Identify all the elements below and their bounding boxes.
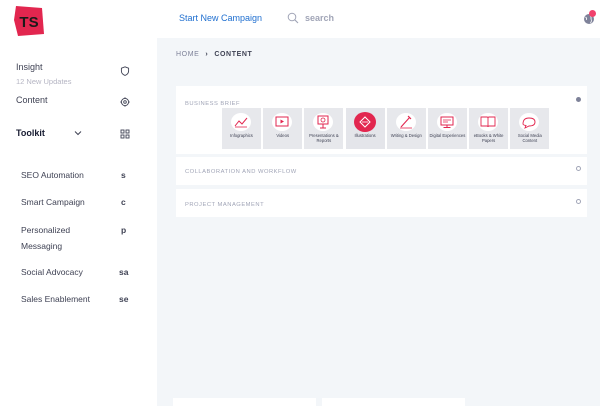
tool-seo-automation[interactable]: SEO Automation s xyxy=(21,168,136,182)
nav-content-label: Content xyxy=(16,95,48,105)
tool-social-advocacy[interactable]: Social Advocacy sa xyxy=(21,265,136,279)
tile-label: Infographics xyxy=(230,133,253,138)
expand-toggle[interactable] xyxy=(576,166,581,171)
tool-label: SEO Automation xyxy=(21,170,84,180)
tool-label: Personalized Messaging xyxy=(21,225,71,251)
start-new-campaign-button[interactable]: Start New Campaign xyxy=(179,13,262,23)
tool-abbr: sa xyxy=(119,267,129,277)
project-management-panel: PROJECT MANAGEMENT xyxy=(176,189,587,217)
tile-label: Presentations & Reports xyxy=(309,133,339,143)
tile-writing-design[interactable]: Writing & Design xyxy=(386,108,426,149)
video-icon xyxy=(272,113,293,131)
infographics-icon xyxy=(231,113,251,131)
tile-videos[interactable]: Videos xyxy=(263,108,303,149)
brand-logo[interactable]: TS xyxy=(12,4,46,38)
nav-insight-label: Insight xyxy=(16,62,43,72)
panel-title[interactable]: PROJECT MANAGEMENT xyxy=(185,202,264,208)
ebook-icon xyxy=(478,113,499,131)
panel-title[interactable]: BUSINESS BRIEF xyxy=(185,101,240,107)
tool-label: Social Advocacy xyxy=(21,267,83,277)
tool-label: Smart Campaign xyxy=(21,197,85,207)
social-media-icon xyxy=(519,113,540,131)
expand-toggle[interactable] xyxy=(576,199,581,204)
nav-insight-updates: 12 New Updates xyxy=(16,77,72,86)
tile-illustrations[interactable]: Illustrations xyxy=(345,108,385,149)
tool-abbr: p xyxy=(121,225,127,235)
business-brief-panel: BUSINESS BRIEF Infographics Videos Prese… xyxy=(176,86,587,154)
content-type-tiles: Infographics Videos Presentations & Repo… xyxy=(222,108,552,149)
top-bar: Start New Campaign xyxy=(157,0,600,38)
tile-presentations[interactable]: Presentations & Reports xyxy=(304,108,344,149)
tile-label: Illustrations xyxy=(354,133,376,138)
nav-toolkit[interactable]: Toolkit xyxy=(16,128,136,139)
chevron-down-icon[interactable] xyxy=(74,130,82,136)
grid-icon xyxy=(120,129,130,139)
tile-ebooks[interactable]: eBooks & White Papers xyxy=(469,108,509,149)
collaboration-panel: COLLABORATION AND WORKFLOW xyxy=(176,157,587,185)
panel-title[interactable]: COLLABORATION AND WORKFLOW xyxy=(185,169,297,175)
nav-content[interactable]: Content xyxy=(16,95,136,107)
tile-label: Writing & Design xyxy=(390,133,422,138)
tile-label: Social Media Content xyxy=(517,133,542,143)
collapse-toggle[interactable] xyxy=(576,97,581,102)
digital-icon xyxy=(436,113,457,131)
tile-label: Videos xyxy=(276,133,290,138)
tool-personalized-messaging[interactable]: Personalized Messaging p xyxy=(21,222,126,254)
presentation-icon xyxy=(313,113,334,131)
tile-digital-experiences[interactable]: Digital Experiences xyxy=(427,108,467,149)
bottom-card xyxy=(322,398,465,406)
tool-sales-enablement[interactable]: Sales Enablement se xyxy=(21,292,136,306)
writing-icon xyxy=(395,113,416,131)
search-icon[interactable] xyxy=(287,12,299,24)
shield-icon xyxy=(120,66,130,76)
tool-abbr: se xyxy=(119,294,129,304)
nav-insight[interactable]: Insight 12 New Updates xyxy=(16,62,136,86)
tile-infographics[interactable]: Infographics xyxy=(222,108,261,149)
logo-text: TS xyxy=(19,14,38,31)
breadcrumb-separator: › xyxy=(205,51,209,58)
tile-label: eBooks & White Papers xyxy=(473,133,504,143)
tool-abbr: s xyxy=(121,170,126,180)
breadcrumb: HOME › CONTENT xyxy=(176,51,252,58)
notification-dot xyxy=(589,10,596,17)
tile-label: Digital Experiences xyxy=(429,133,466,138)
sidebar: TS Insight 12 New Updates Content Toolki… xyxy=(0,0,157,406)
search-input[interactable] xyxy=(305,11,425,25)
tile-social-media[interactable]: Social Media Content xyxy=(510,108,550,149)
tool-label: Sales Enablement xyxy=(21,294,90,304)
gear-icon xyxy=(120,97,130,107)
breadcrumb-home[interactable]: HOME xyxy=(176,51,199,58)
tool-smart-campaign[interactable]: Smart Campaign c xyxy=(21,195,136,209)
tool-abbr: c xyxy=(121,197,126,207)
breadcrumb-current: CONTENT xyxy=(214,51,253,58)
bottom-card xyxy=(173,398,316,406)
illustration-icon xyxy=(353,112,376,132)
